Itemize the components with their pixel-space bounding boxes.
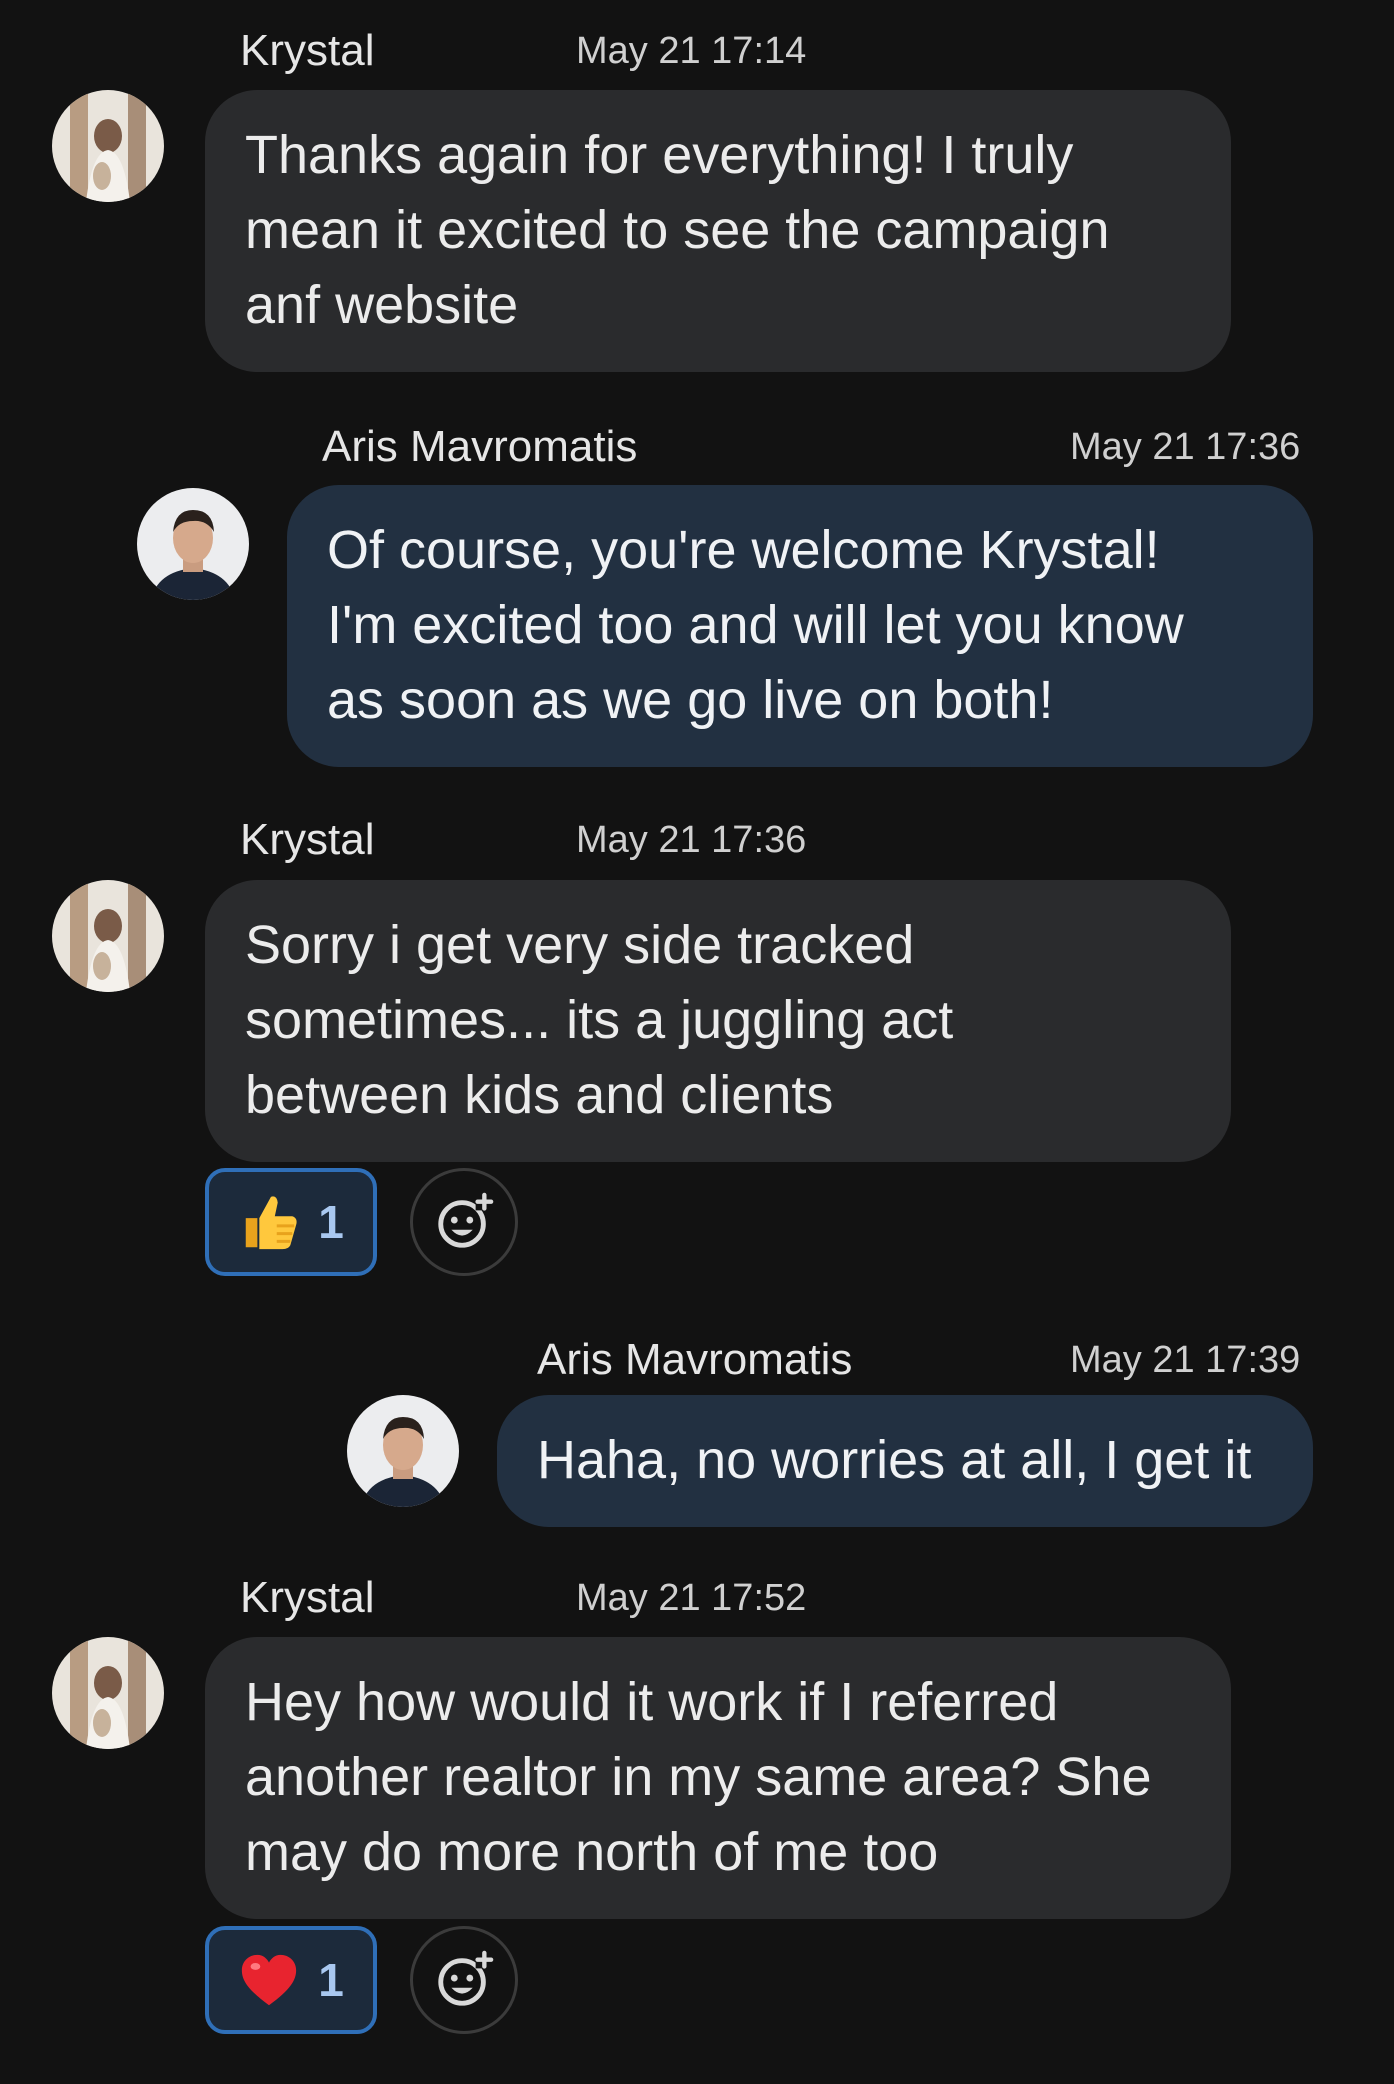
message-bubble[interactable]: Hey how would it work if I referred anot… bbox=[205, 1637, 1231, 1919]
message-text-line: Thanks again for everything! I truly bbox=[245, 125, 1074, 185]
message-text-line: anf website bbox=[245, 275, 519, 335]
message-text-line: another realtor in my same area? She bbox=[245, 1747, 1152, 1807]
message-timestamp: May 21 17:52 bbox=[576, 1577, 807, 1619]
message-timestamp: May 21 17:36 bbox=[1070, 426, 1301, 468]
krystal-avatar[interactable] bbox=[52, 90, 164, 202]
reaction-count: 1 bbox=[318, 1954, 344, 2006]
krystal-avatar[interactable] bbox=[52, 1637, 164, 1749]
sender-name: Krystal bbox=[240, 1573, 375, 1622]
reaction-heart[interactable]: 1 bbox=[205, 1926, 377, 2034]
reaction-count: 1 bbox=[318, 1196, 344, 1248]
redacted-surname bbox=[398, 819, 548, 859]
message-text-line: Sorry i get very side tracked bbox=[245, 915, 915, 975]
sender-name: Krystal bbox=[240, 815, 375, 864]
message-text-line: sometimes... its a juggling act bbox=[245, 990, 954, 1050]
sender-name: Krystal bbox=[240, 26, 375, 75]
message-bubble[interactable]: Of course, you're welcome Krystal! I'm e… bbox=[287, 485, 1313, 767]
redacted-surname bbox=[398, 30, 548, 70]
message-text-line: Of course, you're welcome Krystal! bbox=[327, 520, 1160, 580]
message-bubble[interactable]: Sorry i get very side tracked sometimes.… bbox=[205, 880, 1231, 1162]
aris-avatar-image bbox=[347, 1395, 459, 1507]
thumbs-up-icon bbox=[245, 1196, 297, 1250]
message-bubble[interactable]: Haha, no worries at all, I get it bbox=[497, 1395, 1313, 1527]
redacted-surname bbox=[398, 1577, 548, 1617]
krystal-avatar-image bbox=[52, 90, 164, 202]
message-timestamp: May 21 17:36 bbox=[576, 819, 807, 861]
sender-name: Aris Mavromatis bbox=[537, 1335, 853, 1384]
message-text-line: Hey how would it work if I referred bbox=[245, 1672, 1059, 1732]
add-reaction-button[interactable] bbox=[410, 1168, 518, 1276]
message-text-line: Haha, no worries at all, I get it bbox=[537, 1430, 1252, 1490]
add-reaction-button[interactable] bbox=[410, 1926, 518, 2034]
add-reaction-icon bbox=[438, 1192, 494, 1248]
red-heart-icon bbox=[242, 1954, 297, 2006]
message-timestamp: May 21 17:14 bbox=[576, 30, 807, 72]
message-text-line: mean it excited to see the campaign bbox=[245, 200, 1110, 260]
aris-avatar[interactable] bbox=[347, 1395, 459, 1507]
message-bubble[interactable]: Thanks again for everything! I truly mea… bbox=[205, 90, 1231, 372]
message-text-line: between kids and clients bbox=[245, 1065, 834, 1125]
add-reaction-icon bbox=[438, 1950, 494, 2006]
reaction-thumbs-up[interactable]: 1 bbox=[205, 1168, 377, 1276]
aris-avatar[interactable] bbox=[137, 488, 249, 600]
krystal-avatar[interactable] bbox=[52, 880, 164, 992]
message-text-line: may do more north of me too bbox=[245, 1822, 939, 1882]
sender-name: Aris Mavromatis bbox=[322, 422, 638, 471]
message-timestamp: May 21 17:39 bbox=[1070, 1339, 1301, 1381]
message-text-line: I'm excited too and will let you know bbox=[327, 595, 1184, 655]
krystal-avatar-image bbox=[52, 880, 164, 992]
message-text-line: as soon as we go live on both! bbox=[327, 670, 1054, 730]
chat-thread: Krystal May 21 17:14 Thanks again for ev… bbox=[0, 0, 1394, 2084]
krystal-avatar-image bbox=[52, 1637, 164, 1749]
aris-avatar-image bbox=[137, 488, 249, 600]
